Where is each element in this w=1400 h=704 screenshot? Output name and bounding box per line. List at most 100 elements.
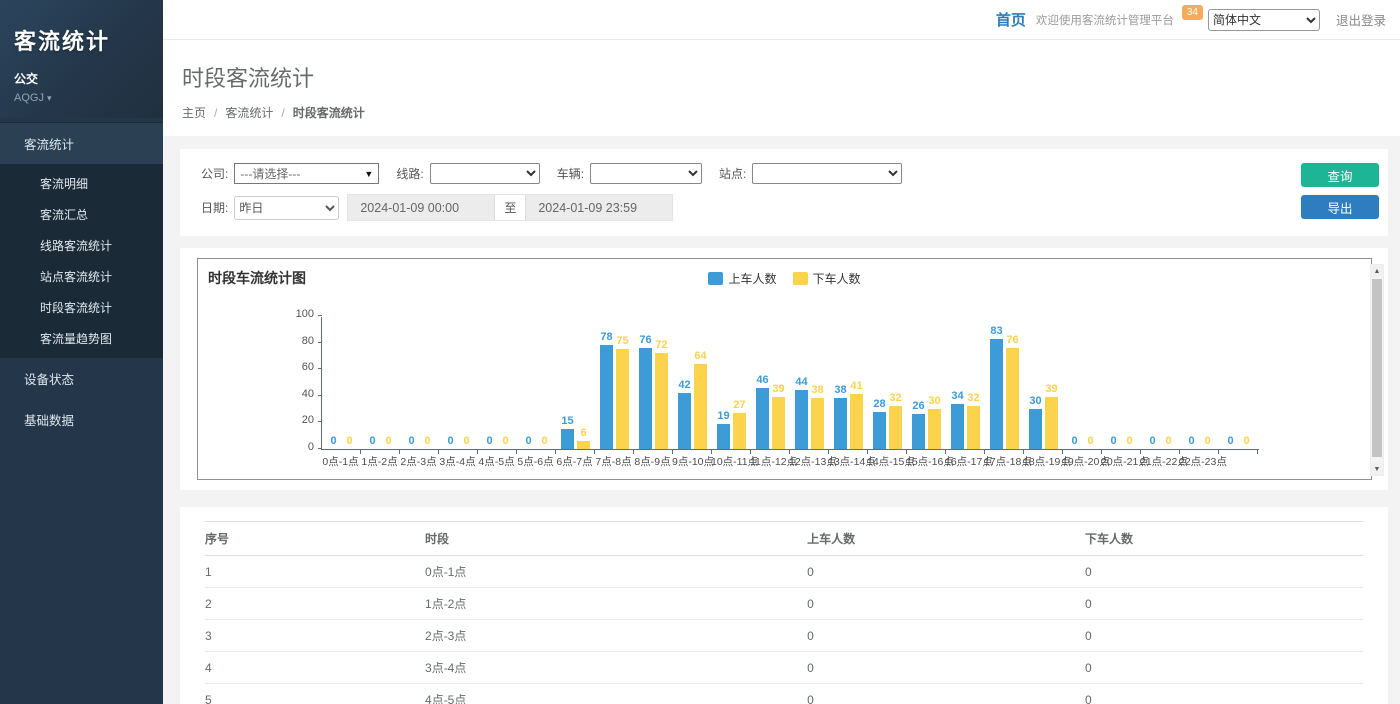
legend-item[interactable]: 下车人数 — [793, 270, 861, 287]
legend-item[interactable]: 上车人数 — [708, 270, 776, 287]
bar-column: 0 — [483, 436, 496, 449]
bar-column: 0 — [327, 436, 340, 449]
bar-column: 0 — [1107, 436, 1120, 449]
vehicle-select[interactable] — [590, 163, 702, 184]
breadcrumb-current: 时段客流统计 — [293, 104, 365, 121]
table-cell: 1点-2点 — [425, 588, 807, 620]
sidebar-item-trend-chart[interactable]: 客流量趋势图 — [0, 323, 163, 354]
bar-value-label: 30 — [1029, 396, 1041, 407]
bar — [889, 406, 902, 449]
chart-title: 时段车流统计图 — [208, 268, 306, 288]
x-axis-label: 10点-11点 — [711, 454, 750, 469]
bar-group: 7875 — [595, 317, 634, 449]
bar-value-label: 0 — [1110, 436, 1116, 447]
export-button[interactable]: 导出 — [1301, 195, 1379, 219]
y-axis-tick: 0 — [308, 442, 314, 453]
legend-swatch — [793, 272, 808, 285]
bar-chart: 0204060801000000000000001567875767242641… — [321, 317, 1259, 450]
bar — [1029, 409, 1042, 449]
table-cell: 0 — [1085, 620, 1363, 652]
bar-group: 00 — [439, 317, 478, 449]
bar-column: 26 — [912, 401, 925, 449]
bar-value-label: 0 — [486, 436, 492, 447]
company-select-value: ---请选择--- — [240, 165, 300, 182]
bar-value-label: 39 — [1045, 384, 1057, 395]
sidebar-item-station-stats[interactable]: 站点客流统计 — [0, 261, 163, 292]
logout-link[interactable]: 退出登录 — [1336, 10, 1386, 29]
x-axis-label: 21点-22点 — [1140, 454, 1179, 469]
x-axis-label: 17点-18点 — [984, 454, 1023, 469]
bar-value-label: 0 — [1243, 436, 1249, 447]
breadcrumb-section[interactable]: 客流统计 — [225, 104, 273, 121]
bar — [717, 424, 730, 449]
bar-column: 83 — [990, 326, 1003, 449]
table-header-row: 序号 时段 上车人数 下车人数 — [205, 522, 1363, 556]
bar-group: 00 — [1063, 317, 1102, 449]
date-to-input[interactable]: 2024-01-09 23:59 — [526, 195, 672, 220]
bar-value-label: 44 — [795, 377, 807, 388]
bar — [951, 404, 964, 449]
bar-group: 00 — [1180, 317, 1219, 449]
x-axis-label: 5点-6点 — [516, 454, 555, 469]
bar-group: 00 — [1141, 317, 1180, 449]
scroll-up-icon[interactable]: ▲ — [1371, 265, 1383, 277]
scrollbar-thumb[interactable] — [1372, 279, 1382, 457]
language-select[interactable]: 简体中文 — [1208, 9, 1320, 31]
bar-column: 0 — [1146, 436, 1159, 449]
bar-column: 0 — [1123, 436, 1136, 449]
sidebar-item-passenger-stats[interactable]: 客流统计 — [0, 122, 163, 164]
company-filter: 公司: ---请选择--- ▼ — [201, 163, 379, 184]
filter-panel: 公司: ---请选择--- ▼ 线路: 车辆: 站点: — [180, 149, 1388, 236]
sidebar-item-period-stats[interactable]: 时段客流统计 — [0, 292, 163, 323]
bar-column: 0 — [1162, 436, 1175, 449]
bar-value-label: 46 — [756, 375, 768, 386]
date-from-input[interactable]: 2024-01-09 00:00 — [348, 195, 494, 220]
logo-area: 客流统计 公交 AQGJ▾ — [0, 0, 163, 118]
date-range: 2024-01-09 00:00 至 2024-01-09 23:59 — [347, 194, 673, 221]
bar-value-label: 0 — [369, 436, 375, 447]
bar-value-label: 64 — [694, 351, 706, 362]
account-dropdown[interactable]: AQGJ▾ — [14, 92, 163, 104]
bar-column: 0 — [405, 436, 418, 449]
bar-column: 0 — [1224, 436, 1237, 449]
home-link[interactable]: 首页 — [996, 9, 1026, 30]
sidebar-item-base-data[interactable]: 基础数据 — [0, 399, 163, 440]
table-cell: 3 — [205, 620, 425, 652]
chart-scrollbar[interactable]: ▲ ▼ — [1370, 264, 1384, 476]
bar-value-label: 0 — [1188, 436, 1194, 447]
sidebar-item-device-status[interactable]: 设备状态 — [0, 358, 163, 399]
x-axis-label: 9点-10点 — [672, 454, 711, 469]
breadcrumb-home[interactable]: 主页 — [182, 104, 206, 121]
scroll-down-icon[interactable]: ▼ — [1371, 463, 1383, 475]
x-axis-label: 19点-20点 — [1062, 454, 1101, 469]
sidebar-item-passenger-detail[interactable]: 客流明细 — [0, 168, 163, 199]
sidebar-item-line-stats[interactable]: 线路客流统计 — [0, 230, 163, 261]
bar-column: 28 — [873, 399, 886, 449]
x-axis-label: 2点-3点 — [399, 454, 438, 469]
line-select[interactable] — [430, 163, 540, 184]
bar-column: 42 — [678, 380, 691, 449]
bar-group: 4639 — [751, 317, 790, 449]
search-button[interactable]: 查询 — [1301, 163, 1379, 187]
bar — [600, 345, 613, 449]
bar — [733, 413, 746, 449]
bar — [561, 429, 574, 449]
col-header-index: 序号 — [205, 522, 425, 556]
sidebar-item-passenger-summary[interactable]: 客流汇总 — [0, 199, 163, 230]
bar-value-label: 32 — [967, 393, 979, 404]
bar — [639, 348, 652, 449]
date-preset-select[interactable]: 昨日 — [234, 196, 339, 220]
legend-swatch — [708, 272, 723, 285]
scrollbar-track[interactable] — [1371, 277, 1383, 463]
x-axis-label: 22点-23点 — [1179, 454, 1218, 469]
col-header-alighting: 下车人数 — [1085, 522, 1363, 556]
bar-value-label: 6 — [580, 428, 586, 439]
station-select[interactable] — [752, 163, 902, 184]
bar — [1045, 397, 1058, 449]
bar-value-label: 0 — [408, 436, 414, 447]
bar-value-label: 78 — [600, 332, 612, 343]
bar-column: 44 — [795, 377, 808, 449]
bar — [577, 441, 590, 449]
bar-value-label: 0 — [1204, 436, 1210, 447]
company-select[interactable]: ---请选择--- ▼ — [234, 163, 379, 184]
